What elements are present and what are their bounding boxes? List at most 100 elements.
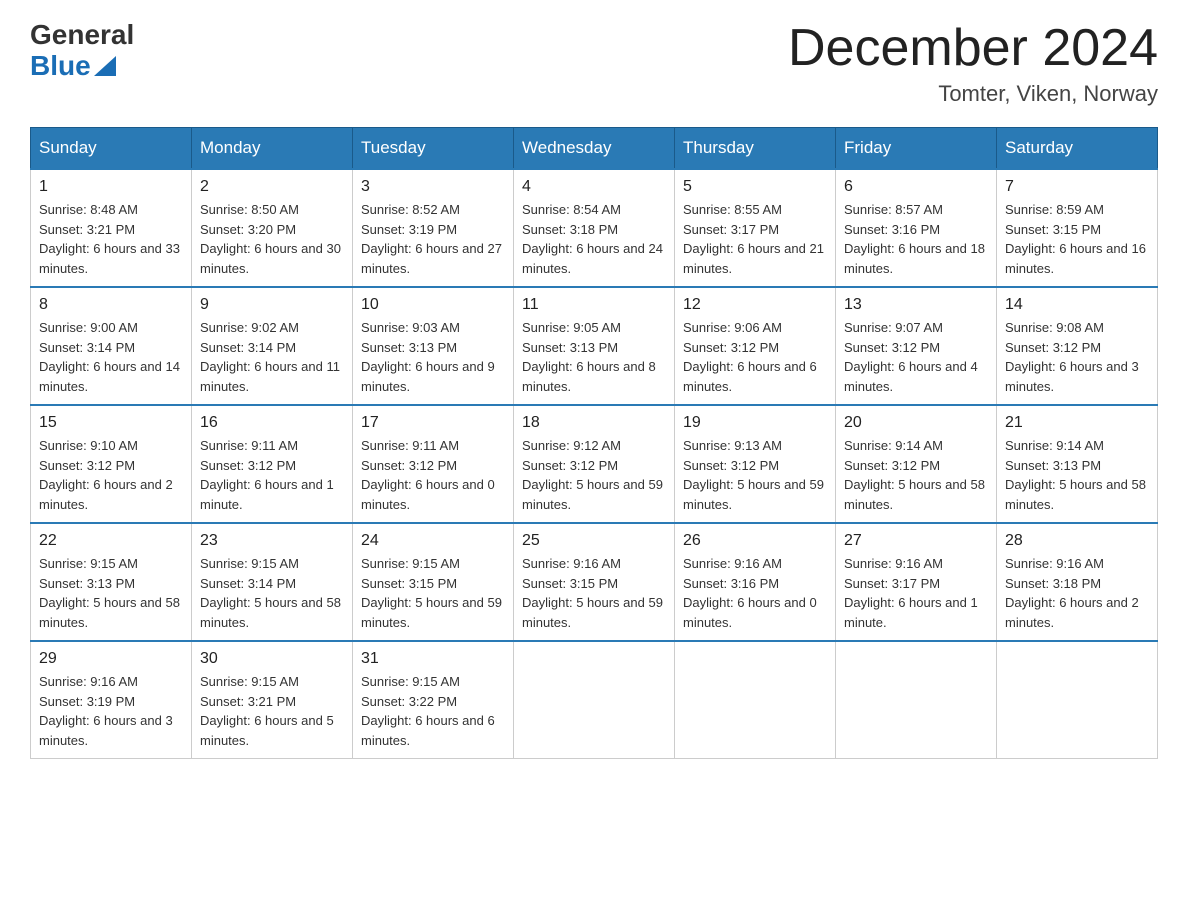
day-info: Sunrise: 9:15 AMSunset: 3:13 PMDaylight:… bbox=[39, 556, 180, 630]
day-number: 22 bbox=[39, 532, 183, 550]
day-number: 16 bbox=[200, 414, 344, 432]
day-info: Sunrise: 9:16 AMSunset: 3:18 PMDaylight:… bbox=[1005, 556, 1139, 630]
day-number: 31 bbox=[361, 650, 505, 668]
day-number: 28 bbox=[1005, 532, 1149, 550]
day-cell: 29 Sunrise: 9:16 AMSunset: 3:19 PMDaylig… bbox=[31, 641, 192, 759]
day-info: Sunrise: 9:05 AMSunset: 3:13 PMDaylight:… bbox=[522, 320, 656, 394]
day-info: Sunrise: 9:12 AMSunset: 3:12 PMDaylight:… bbox=[522, 438, 663, 512]
day-info: Sunrise: 8:50 AMSunset: 3:20 PMDaylight:… bbox=[200, 202, 341, 276]
day-info: Sunrise: 9:16 AMSunset: 3:16 PMDaylight:… bbox=[683, 556, 817, 630]
header-cell-sunday: Sunday bbox=[31, 128, 192, 170]
day-number: 10 bbox=[361, 296, 505, 314]
day-info: Sunrise: 9:16 AMSunset: 3:17 PMDaylight:… bbox=[844, 556, 978, 630]
day-info: Sunrise: 9:16 AMSunset: 3:15 PMDaylight:… bbox=[522, 556, 663, 630]
day-cell: 24 Sunrise: 9:15 AMSunset: 3:15 PMDaylig… bbox=[353, 523, 514, 641]
day-number: 11 bbox=[522, 296, 666, 314]
day-number: 5 bbox=[683, 178, 827, 196]
day-number: 23 bbox=[200, 532, 344, 550]
day-info: Sunrise: 8:57 AMSunset: 3:16 PMDaylight:… bbox=[844, 202, 985, 276]
calendar-header: SundayMondayTuesdayWednesdayThursdayFrid… bbox=[31, 128, 1158, 170]
week-row-5: 29 Sunrise: 9:16 AMSunset: 3:19 PMDaylig… bbox=[31, 641, 1158, 759]
day-info: Sunrise: 9:07 AMSunset: 3:12 PMDaylight:… bbox=[844, 320, 978, 394]
logo-general-text: General bbox=[30, 20, 134, 51]
day-info: Sunrise: 9:10 AMSunset: 3:12 PMDaylight:… bbox=[39, 438, 173, 512]
day-number: 9 bbox=[200, 296, 344, 314]
day-number: 4 bbox=[522, 178, 666, 196]
day-cell: 6 Sunrise: 8:57 AMSunset: 3:16 PMDayligh… bbox=[836, 169, 997, 287]
day-number: 24 bbox=[361, 532, 505, 550]
header-cell-wednesday: Wednesday bbox=[514, 128, 675, 170]
day-number: 8 bbox=[39, 296, 183, 314]
day-info: Sunrise: 8:52 AMSunset: 3:19 PMDaylight:… bbox=[361, 202, 502, 276]
day-number: 29 bbox=[39, 650, 183, 668]
day-cell: 23 Sunrise: 9:15 AMSunset: 3:14 PMDaylig… bbox=[192, 523, 353, 641]
logo-triangle-icon bbox=[94, 56, 116, 76]
day-cell: 14 Sunrise: 9:08 AMSunset: 3:12 PMDaylig… bbox=[997, 287, 1158, 405]
location-text: Tomter, Viken, Norway bbox=[788, 81, 1158, 107]
day-cell: 16 Sunrise: 9:11 AMSunset: 3:12 PMDaylig… bbox=[192, 405, 353, 523]
day-cell: 1 Sunrise: 8:48 AMSunset: 3:21 PMDayligh… bbox=[31, 169, 192, 287]
logo-blue-text: Blue bbox=[30, 51, 134, 82]
day-cell: 4 Sunrise: 8:54 AMSunset: 3:18 PMDayligh… bbox=[514, 169, 675, 287]
header-cell-thursday: Thursday bbox=[675, 128, 836, 170]
day-number: 6 bbox=[844, 178, 988, 196]
day-cell: 7 Sunrise: 8:59 AMSunset: 3:15 PMDayligh… bbox=[997, 169, 1158, 287]
day-number: 18 bbox=[522, 414, 666, 432]
day-info: Sunrise: 9:00 AMSunset: 3:14 PMDaylight:… bbox=[39, 320, 180, 394]
day-cell: 19 Sunrise: 9:13 AMSunset: 3:12 PMDaylig… bbox=[675, 405, 836, 523]
day-info: Sunrise: 9:14 AMSunset: 3:12 PMDaylight:… bbox=[844, 438, 985, 512]
day-info: Sunrise: 9:13 AMSunset: 3:12 PMDaylight:… bbox=[683, 438, 824, 512]
day-number: 2 bbox=[200, 178, 344, 196]
day-cell: 8 Sunrise: 9:00 AMSunset: 3:14 PMDayligh… bbox=[31, 287, 192, 405]
day-number: 7 bbox=[1005, 178, 1149, 196]
day-cell bbox=[514, 641, 675, 759]
day-number: 12 bbox=[683, 296, 827, 314]
day-info: Sunrise: 8:55 AMSunset: 3:17 PMDaylight:… bbox=[683, 202, 824, 276]
week-row-2: 8 Sunrise: 9:00 AMSunset: 3:14 PMDayligh… bbox=[31, 287, 1158, 405]
title-block: December 2024 Tomter, Viken, Norway bbox=[788, 20, 1158, 107]
day-number: 21 bbox=[1005, 414, 1149, 432]
day-info: Sunrise: 9:15 AMSunset: 3:21 PMDaylight:… bbox=[200, 674, 334, 748]
day-cell bbox=[997, 641, 1158, 759]
day-cell: 11 Sunrise: 9:05 AMSunset: 3:13 PMDaylig… bbox=[514, 287, 675, 405]
day-info: Sunrise: 9:11 AMSunset: 3:12 PMDaylight:… bbox=[200, 438, 334, 512]
day-cell: 22 Sunrise: 9:15 AMSunset: 3:13 PMDaylig… bbox=[31, 523, 192, 641]
header-cell-tuesday: Tuesday bbox=[353, 128, 514, 170]
day-info: Sunrise: 9:03 AMSunset: 3:13 PMDaylight:… bbox=[361, 320, 495, 394]
calendar-table: SundayMondayTuesdayWednesdayThursdayFrid… bbox=[30, 127, 1158, 759]
day-cell bbox=[675, 641, 836, 759]
day-cell: 31 Sunrise: 9:15 AMSunset: 3:22 PMDaylig… bbox=[353, 641, 514, 759]
day-cell: 27 Sunrise: 9:16 AMSunset: 3:17 PMDaylig… bbox=[836, 523, 997, 641]
calendar-body: 1 Sunrise: 8:48 AMSunset: 3:21 PMDayligh… bbox=[31, 169, 1158, 759]
header-cell-saturday: Saturday bbox=[997, 128, 1158, 170]
day-cell: 18 Sunrise: 9:12 AMSunset: 3:12 PMDaylig… bbox=[514, 405, 675, 523]
day-info: Sunrise: 9:15 AMSunset: 3:14 PMDaylight:… bbox=[200, 556, 341, 630]
day-number: 15 bbox=[39, 414, 183, 432]
logo: General Blue bbox=[30, 20, 134, 82]
day-cell: 21 Sunrise: 9:14 AMSunset: 3:13 PMDaylig… bbox=[997, 405, 1158, 523]
day-number: 26 bbox=[683, 532, 827, 550]
day-cell bbox=[836, 641, 997, 759]
day-number: 17 bbox=[361, 414, 505, 432]
day-cell: 25 Sunrise: 9:16 AMSunset: 3:15 PMDaylig… bbox=[514, 523, 675, 641]
day-number: 27 bbox=[844, 532, 988, 550]
day-number: 25 bbox=[522, 532, 666, 550]
day-info: Sunrise: 8:54 AMSunset: 3:18 PMDaylight:… bbox=[522, 202, 663, 276]
day-number: 1 bbox=[39, 178, 183, 196]
day-cell: 9 Sunrise: 9:02 AMSunset: 3:14 PMDayligh… bbox=[192, 287, 353, 405]
day-cell: 26 Sunrise: 9:16 AMSunset: 3:16 PMDaylig… bbox=[675, 523, 836, 641]
day-cell: 2 Sunrise: 8:50 AMSunset: 3:20 PMDayligh… bbox=[192, 169, 353, 287]
day-number: 3 bbox=[361, 178, 505, 196]
day-info: Sunrise: 9:02 AMSunset: 3:14 PMDaylight:… bbox=[200, 320, 340, 394]
header-cell-monday: Monday bbox=[192, 128, 353, 170]
header-row: SundayMondayTuesdayWednesdayThursdayFrid… bbox=[31, 128, 1158, 170]
month-title: December 2024 bbox=[788, 20, 1158, 77]
day-number: 20 bbox=[844, 414, 988, 432]
day-cell: 5 Sunrise: 8:55 AMSunset: 3:17 PMDayligh… bbox=[675, 169, 836, 287]
day-cell: 12 Sunrise: 9:06 AMSunset: 3:12 PMDaylig… bbox=[675, 287, 836, 405]
day-cell: 3 Sunrise: 8:52 AMSunset: 3:19 PMDayligh… bbox=[353, 169, 514, 287]
week-row-1: 1 Sunrise: 8:48 AMSunset: 3:21 PMDayligh… bbox=[31, 169, 1158, 287]
day-info: Sunrise: 9:14 AMSunset: 3:13 PMDaylight:… bbox=[1005, 438, 1146, 512]
day-info: Sunrise: 8:48 AMSunset: 3:21 PMDaylight:… bbox=[39, 202, 180, 276]
day-info: Sunrise: 8:59 AMSunset: 3:15 PMDaylight:… bbox=[1005, 202, 1146, 276]
